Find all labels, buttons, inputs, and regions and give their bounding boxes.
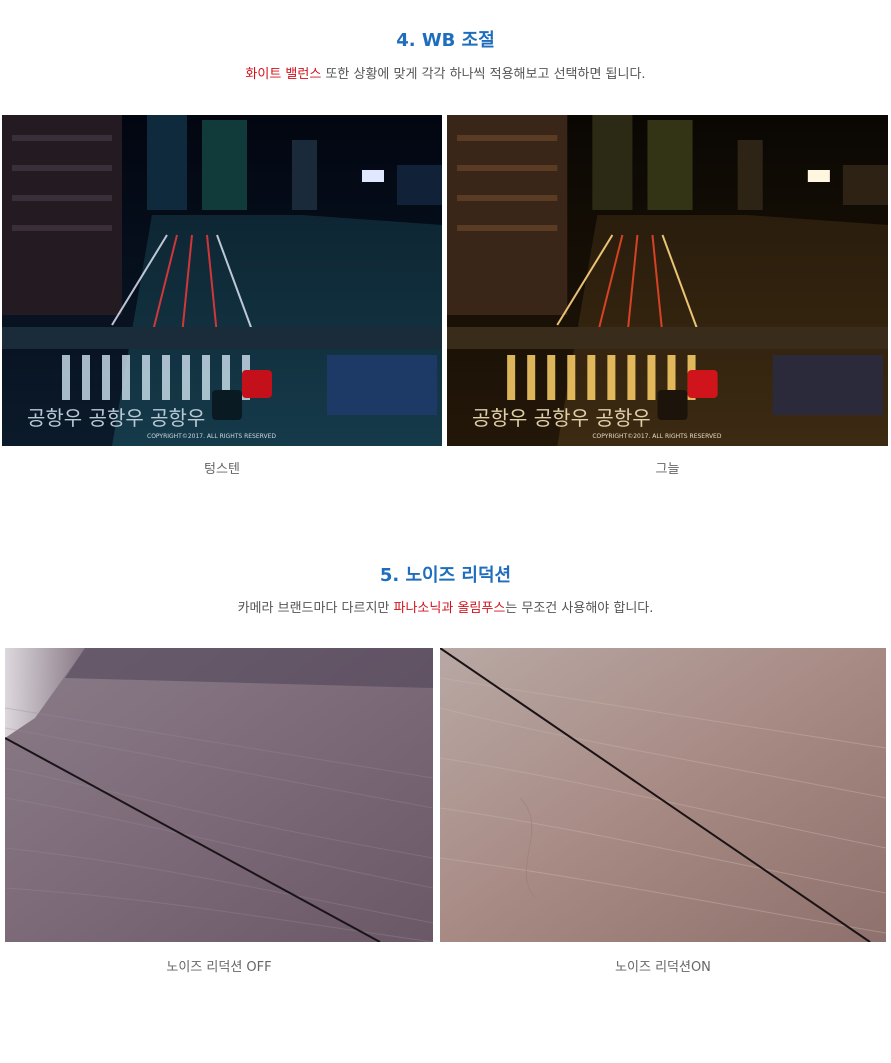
copyright-watermark: COPYRIGHT©2017. ALL RIGHTS RESERVED — [147, 433, 276, 440]
photo-noise-reduction-on — [440, 648, 886, 942]
photo-shade-night-city: 공항우 공항우 공항우 COPYRIGHT©2017. ALL RIGHTS R… — [447, 115, 888, 446]
caption-noise-reduction-off: 노이즈 리덕션 OFF — [166, 960, 272, 975]
copyright-watermark: COPYRIGHT©2017. ALL RIGHTS RESERVED — [592, 433, 722, 440]
road-marking-text: 공항우 공항우 공항우 — [472, 406, 651, 430]
caption-shade: 그늘 — [655, 462, 680, 477]
section-4-description: 화이트 밸런스 또한 상황에 맞게 각각 하나씩 적용해보고 선택하면 됩니다. — [0, 63, 891, 82]
photo-tungsten-night-city: 공항우 공항우 공항우 COPYRIGHT©2017. ALL RIGHTS R… — [2, 115, 442, 446]
section-5-description-after: 는 무조건 사용해야 합니다. — [505, 601, 654, 616]
section-5-description: 카메라 브랜드마다 다르지만 파나소닉과 올림푸스는 무조건 사용해야 합니다. — [0, 597, 891, 616]
caption-noise-reduction-on: 노이즈 리덕션ON — [615, 960, 711, 975]
section-5-title: 5. 노이즈 리덕션 — [379, 565, 512, 586]
highlight-white-balance: 화이트 밸런스 — [245, 67, 322, 82]
section-5-description-before: 카메라 브랜드마다 다르지만 — [237, 601, 394, 616]
road-marking-text: 공항우 공항우 공항우 — [27, 406, 205, 430]
caption-tungsten: 텅스텐 — [204, 462, 240, 477]
photo-noise-reduction-off — [5, 648, 433, 942]
section-4-title: 4. WB 조절 — [396, 30, 495, 51]
highlight-panasonic-olympus: 파나소닉과 올림푸스 — [393, 601, 506, 616]
section-4-description-text: 또한 상황에 맞게 각각 하나씩 적용해보고 선택하면 됩니다. — [321, 67, 646, 82]
